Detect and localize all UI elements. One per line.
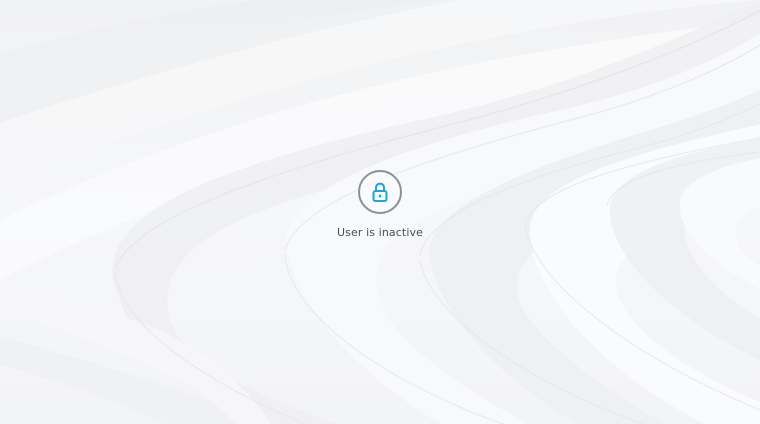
lock-icon [370,181,390,203]
lock-badge [358,170,402,214]
inactive-status-panel: User is inactive [0,170,760,239]
status-message: User is inactive [337,226,423,239]
lock-screen: User is inactive [0,0,760,424]
